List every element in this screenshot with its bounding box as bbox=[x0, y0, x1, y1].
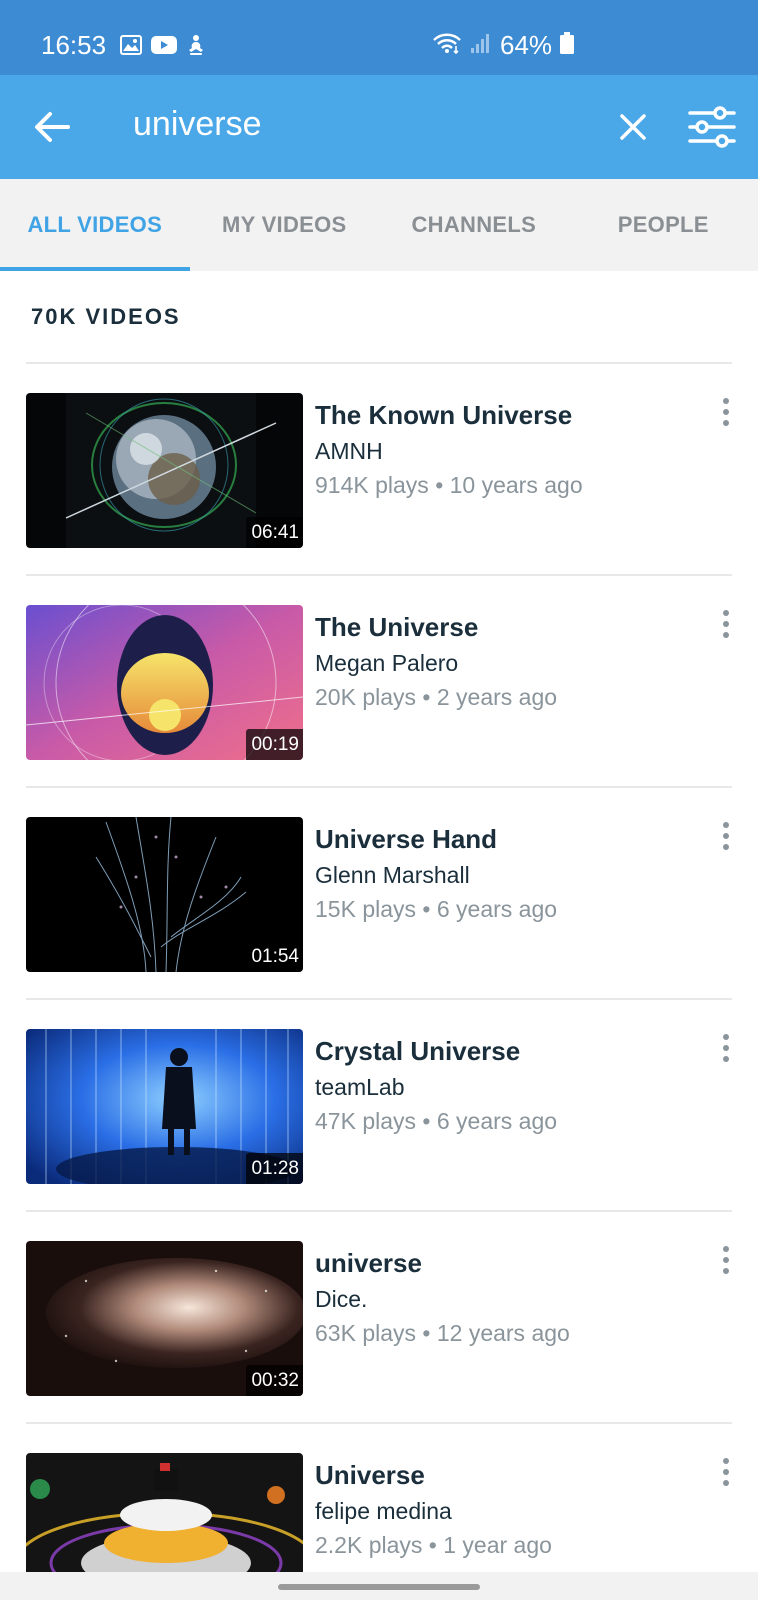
video-author[interactable]: Megan Palero bbox=[315, 650, 458, 677]
video-meta: 63K plays • 12 years ago bbox=[315, 1320, 570, 1346]
video-duration: 00:32 bbox=[246, 1365, 303, 1396]
system-nav-bar bbox=[0, 1572, 758, 1600]
video-row[interactable]: 01:54 Universe Hand Glenn Marshall 15K p… bbox=[0, 788, 758, 998]
video-title[interactable]: Universe bbox=[315, 1460, 425, 1491]
clear-search-button[interactable] bbox=[614, 108, 652, 146]
more-options-icon[interactable] bbox=[712, 1030, 740, 1066]
results-count: 70K VIDEOS bbox=[31, 304, 181, 329]
battery-icon bbox=[560, 30, 575, 61]
video-duration: 06:41 bbox=[246, 517, 303, 548]
battery-percent: 64% bbox=[500, 30, 553, 60]
search-input[interactable]: universe bbox=[133, 105, 262, 144]
video-meta: 47K plays • 6 years ago bbox=[315, 1108, 558, 1134]
video-title[interactable]: universe bbox=[315, 1248, 422, 1279]
video-author[interactable]: felipe medina bbox=[315, 1498, 452, 1525]
search-bar: universe bbox=[0, 75, 758, 179]
video-author[interactable]: Glenn Marshall bbox=[315, 862, 470, 889]
video-thumbnail[interactable]: 00:32 bbox=[26, 1241, 303, 1396]
video-duration: 00:19 bbox=[246, 729, 303, 760]
video-thumbnail[interactable]: 01:54 bbox=[26, 817, 303, 972]
more-options-icon[interactable] bbox=[712, 1242, 740, 1278]
search-tabs: ALL VIDEOS MY VIDEOS CHANNELS PEOPLE bbox=[0, 179, 758, 271]
video-thumbnail[interactable]: 00:19 bbox=[26, 605, 303, 760]
status-time: 16:53 bbox=[41, 30, 107, 60]
video-row[interactable]: 06:41 The Known Universe AMNH 914K plays… bbox=[0, 364, 758, 574]
tab-channels[interactable]: CHANNELS bbox=[379, 179, 569, 271]
video-thumbnail[interactable]: 01:28 bbox=[26, 1029, 303, 1184]
close-icon bbox=[620, 114, 646, 140]
video-row[interactable]: 00:32 universe Dice. 63K plays • 12 year… bbox=[0, 1212, 758, 1422]
more-options-icon[interactable] bbox=[712, 394, 740, 430]
video-duration: 01:28 bbox=[246, 1153, 303, 1184]
video-meta: 914K plays • 10 years ago bbox=[315, 472, 583, 498]
video-title[interactable]: The Known Universe bbox=[315, 400, 572, 431]
tab-people[interactable]: PEOPLE bbox=[569, 179, 758, 271]
video-title[interactable]: Universe Hand bbox=[315, 824, 497, 855]
tab-all-videos[interactable]: ALL VIDEOS bbox=[0, 179, 190, 271]
status-bar: 16:53 64% bbox=[0, 0, 758, 75]
video-meta: 15K plays • 6 years ago bbox=[315, 896, 558, 922]
more-options-icon[interactable] bbox=[712, 606, 740, 642]
video-author[interactable]: Dice. bbox=[315, 1286, 367, 1313]
video-thumbnail[interactable]: 06:41 bbox=[26, 393, 303, 548]
more-options-icon[interactable] bbox=[712, 818, 740, 854]
home-gesture-pill[interactable] bbox=[278, 1584, 480, 1590]
gallery-icon bbox=[120, 35, 142, 60]
status-notification-icons bbox=[120, 34, 206, 61]
filter-button[interactable] bbox=[686, 103, 738, 151]
video-author[interactable]: AMNH bbox=[315, 438, 383, 465]
video-row[interactable]: 00:19 The Universe Megan Palero 20K play… bbox=[0, 576, 758, 786]
meditation-icon bbox=[186, 34, 206, 61]
video-row[interactable]: 01:28 Crystal Universe teamLab 47K plays… bbox=[0, 1000, 758, 1210]
video-author[interactable]: teamLab bbox=[315, 1074, 405, 1101]
status-system-area: 64% bbox=[432, 30, 575, 61]
video-duration: 01:54 bbox=[246, 941, 303, 972]
filter-sliders-icon bbox=[688, 106, 736, 148]
signal-icon bbox=[470, 30, 492, 61]
back-button[interactable] bbox=[30, 105, 74, 149]
youtube-icon bbox=[151, 35, 177, 60]
video-title[interactable]: Crystal Universe bbox=[315, 1036, 520, 1067]
video-title[interactable]: The Universe bbox=[315, 612, 478, 643]
video-meta: 20K plays • 2 years ago bbox=[315, 684, 558, 710]
video-meta: 2.2K plays • 1 year ago bbox=[315, 1532, 552, 1558]
video-list: 06:41 The Known Universe AMNH 914K plays… bbox=[0, 362, 758, 1600]
more-options-icon[interactable] bbox=[712, 1454, 740, 1490]
back-arrow-icon bbox=[35, 112, 70, 142]
wifi-icon bbox=[432, 30, 462, 61]
tab-my-videos[interactable]: MY VIDEOS bbox=[190, 179, 380, 271]
